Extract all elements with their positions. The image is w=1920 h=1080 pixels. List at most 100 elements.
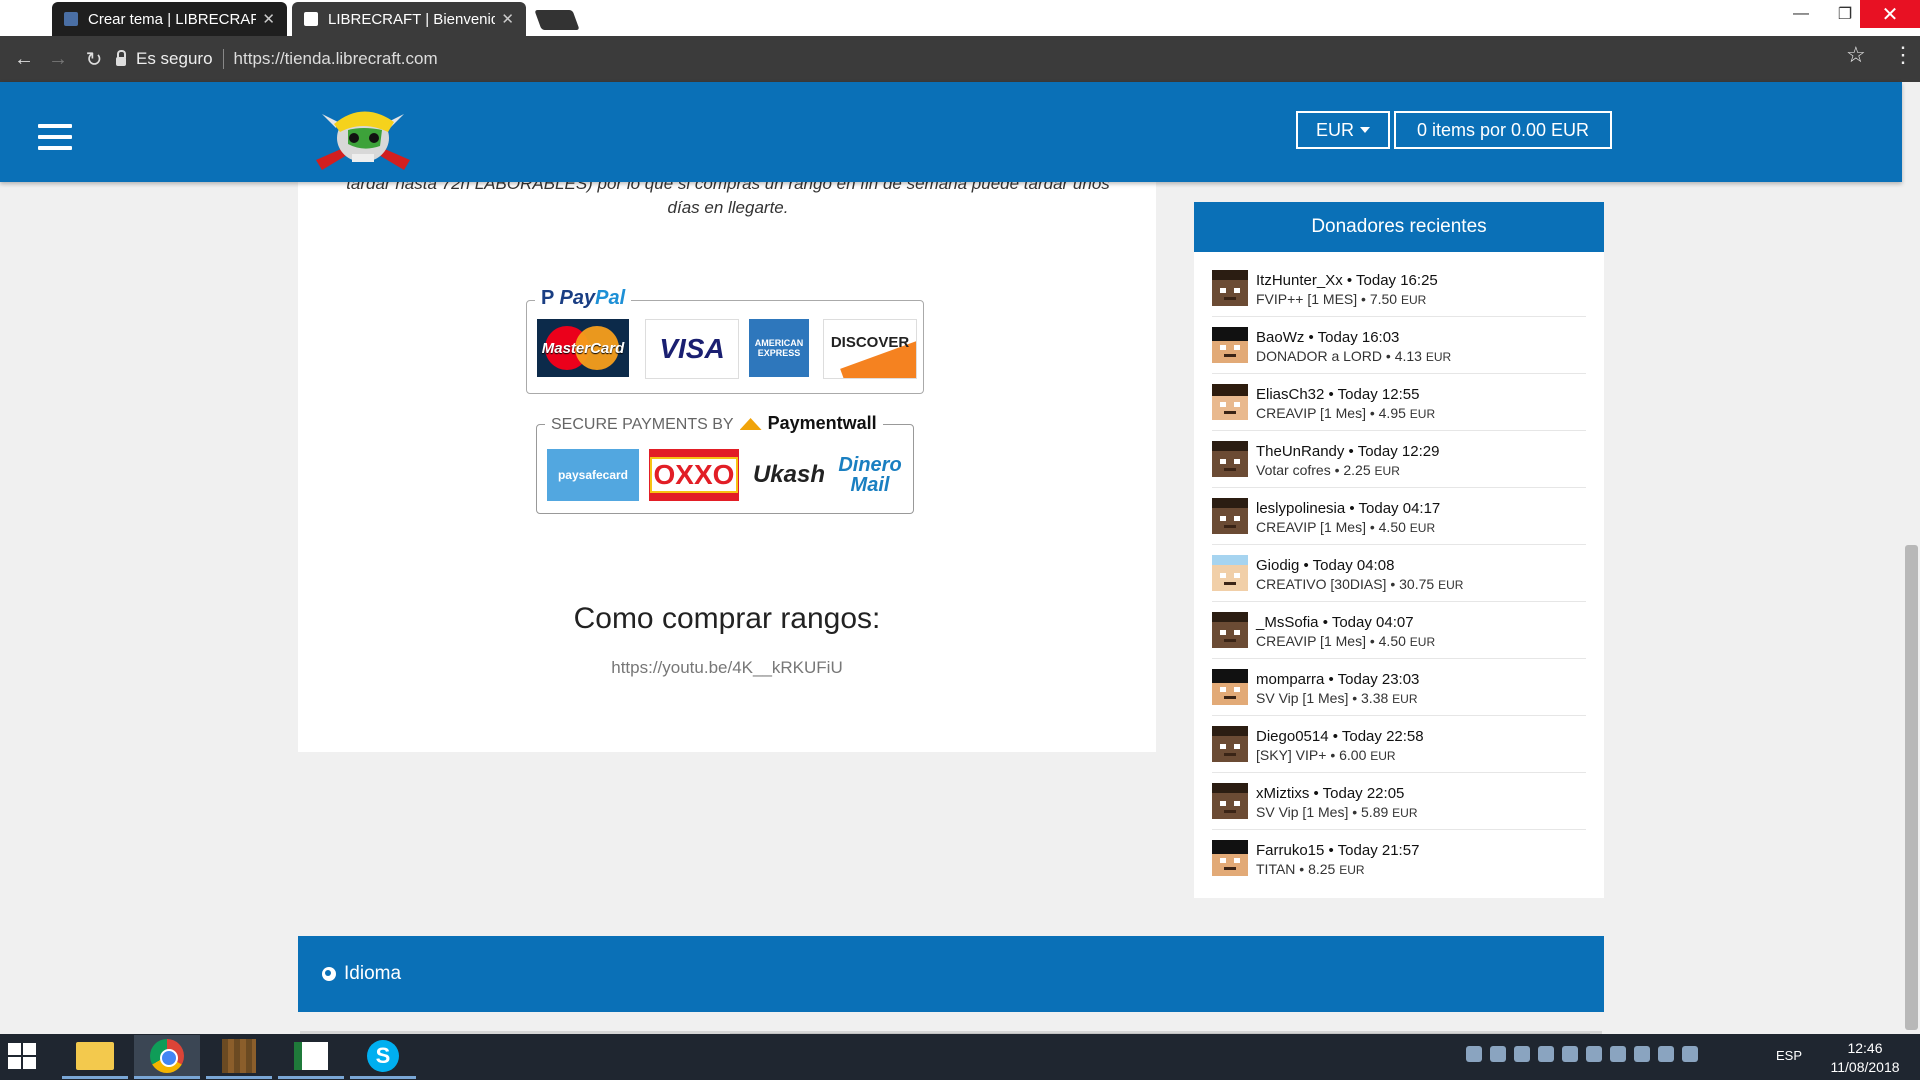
oxxo-text: OXXO	[649, 457, 739, 493]
page-body: tardar hasta 72h LABORABLES) por lo que …	[0, 174, 1902, 1031]
system-tray	[1466, 1046, 1698, 1062]
donor-name: xMiztixs • Today 22:05	[1256, 785, 1405, 802]
currency-selector[interactable]: EUR	[1296, 111, 1390, 149]
donor-avatar	[1212, 669, 1248, 705]
reload-icon[interactable]: ↻	[78, 36, 110, 82]
donor-purchase: FVIP++ [1 MES] • 7.50 EUR	[1256, 291, 1426, 307]
browser-menu-icon[interactable]: ⋮	[1892, 42, 1914, 68]
donor-currency: EUR	[1392, 806, 1418, 820]
how-to-buy-title: Como comprar rangos:	[573, 602, 881, 635]
globe-icon	[322, 967, 336, 981]
mastercard-logo: MasterCard	[537, 319, 629, 377]
paymentwall-prefix: SECURE PAYMENTS BY	[551, 416, 734, 433]
lock-icon	[116, 49, 126, 66]
clock[interactable]: 12:46 11/08/2018	[1812, 1039, 1918, 1077]
tray-display-icon[interactable]	[1610, 1046, 1626, 1062]
tab-bienvenido[interactable]: LIBRECRAFT | Bienvenido ✕	[292, 2, 526, 36]
paypal-methods-banner: P PayPal MasterCard VISA AMERICAN EXPRES…	[526, 287, 924, 394]
caret-down-icon	[1360, 127, 1370, 133]
bookmark-star-icon[interactable]: ☆	[1846, 42, 1866, 68]
paymentwall-icon	[739, 418, 762, 430]
forward-arrow-icon[interactable]: →	[42, 36, 74, 82]
tray-app-icon[interactable]	[1466, 1046, 1482, 1062]
donor-purchase-text: SV Vip [1 Mes] • 5.89	[1256, 804, 1389, 820]
presentation-app[interactable]	[278, 1035, 344, 1079]
donor-purchase-text: CREAVIP [1 Mes] • 4.50	[1256, 519, 1406, 535]
chrome-app[interactable]	[134, 1035, 200, 1079]
minecraft-app[interactable]	[206, 1035, 272, 1079]
windows-start-icon[interactable]	[8, 1043, 38, 1071]
donor-purchase-text: FVIP++ [1 MES] • 7.50	[1256, 291, 1398, 307]
donor-avatar	[1212, 612, 1248, 648]
donor-row: Farruko15 • Today 21:57 TITAN • 8.25 EUR	[1212, 830, 1586, 887]
tray-app-icon[interactable]	[1634, 1046, 1650, 1062]
tray-nvidia-icon[interactable]	[1538, 1046, 1554, 1062]
donor-currency: EUR	[1400, 293, 1427, 307]
librecraft-pirate-logo-icon[interactable]	[308, 100, 418, 176]
tray-skype-icon[interactable]	[1514, 1046, 1530, 1062]
how-to-buy-video-link[interactable]: https://youtu.be/4K__kRKUFiU	[298, 658, 1156, 678]
close-tab-icon[interactable]: ✕	[262, 10, 275, 28]
donor-purchase-text: [SKY] VIP+ • 6.00	[1256, 747, 1367, 763]
chrome-icon	[150, 1038, 184, 1073]
volume-icon[interactable]	[1586, 1046, 1602, 1062]
donor-row: Giodig • Today 04:08 CREATIVO [30DIAS] • …	[1212, 545, 1586, 602]
tab-title: Crear tema | LIBRECRAFT	[88, 10, 257, 28]
donor-avatar	[1212, 840, 1248, 876]
address-bar[interactable]: Es seguro https://tienda.librecraft.com	[116, 41, 1786, 77]
donor-purchase: SV Vip [1 Mes] • 3.38 EUR	[1256, 690, 1418, 706]
donor-purchase-text: TITAN • 8.25	[1256, 861, 1336, 877]
donor-currency: EUR	[1425, 350, 1452, 364]
donor-name: ItzHunter_Xx • Today 16:25	[1256, 272, 1438, 289]
back-arrow-icon[interactable]: ←	[8, 36, 40, 82]
dinero-text: Dinero	[838, 454, 902, 476]
paypal-word-1: Pay	[559, 287, 596, 309]
donor-currency: EUR	[1409, 521, 1436, 535]
tab-crear-tema[interactable]: Crear tema | LIBRECRAFT ✕	[52, 2, 287, 36]
minimize-window-button[interactable]: —	[1778, 0, 1824, 28]
language-label[interactable]: Idioma	[344, 963, 401, 985]
donor-purchase-text: CREATIVO [30DIAS] • 30.75	[1256, 576, 1435, 592]
flag-icon[interactable]	[1682, 1046, 1698, 1062]
clock-time: 12:46	[1847, 1040, 1883, 1056]
new-tab-button[interactable]	[534, 10, 580, 30]
vertical-scrollbar-thumb[interactable]	[1905, 545, 1918, 1030]
tray-app-icon[interactable]	[1490, 1046, 1506, 1062]
donor-avatar	[1212, 270, 1248, 306]
input-language[interactable]: ESP	[1776, 1048, 1802, 1063]
donor-name: EliasCh32 • Today 12:55	[1256, 386, 1420, 403]
visa-text: VISA	[659, 333, 725, 364]
tray-network-icon[interactable]	[1562, 1046, 1578, 1062]
donor-avatar	[1212, 384, 1248, 420]
donor-avatar	[1212, 327, 1248, 363]
donor-avatar	[1212, 555, 1248, 591]
file-explorer-app[interactable]	[62, 1035, 128, 1079]
visa-logo: VISA	[645, 319, 739, 379]
address-separator	[222, 49, 224, 69]
currency-label: EUR	[1315, 119, 1354, 140]
hamburger-menu-icon[interactable]	[38, 124, 72, 157]
donor-currency: EUR	[1392, 692, 1418, 706]
donor-name: Diego0514 • Today 22:58	[1256, 728, 1424, 745]
donor-purchase-text: CREAVIP [1 Mes] • 4.50	[1256, 633, 1406, 649]
close-tab-icon[interactable]: ✕	[501, 10, 514, 28]
donor-name: Farruko15 • Today 21:57	[1256, 842, 1420, 859]
donor-purchase: [SKY] VIP+ • 6.00 EUR	[1256, 747, 1396, 763]
mastercard-text: MasterCard	[541, 339, 625, 357]
donor-purchase-text: SV Vip [1 Mes] • 3.38	[1256, 690, 1389, 706]
url-text: https://tienda.librecraft.com	[233, 49, 438, 68]
donor-purchase-text: DONADOR a LORD • 4.13	[1256, 348, 1422, 364]
donor-row: leslypolinesia • Today 04:17 CREAVIP [1 M…	[1212, 488, 1586, 545]
donor-currency: EUR	[1438, 578, 1464, 592]
donor-purchase-text: CREAVIP [1 Mes] • 4.95	[1256, 405, 1406, 421]
paymentwall-title: SECURE PAYMENTS BY Paymentwall	[545, 413, 883, 434]
cart-button[interactable]: 0 items por 0.00 EUR	[1394, 111, 1612, 149]
donor-purchase: CREAVIP [1 Mes] • 4.50 EUR	[1256, 519, 1435, 535]
oxxo-logo: OXXO	[649, 449, 739, 501]
close-window-button[interactable]: ✕	[1860, 0, 1920, 28]
donor-row: BaoWz • Today 16:03 DONADOR a LORD • 4.13…	[1212, 317, 1586, 374]
document-favicon-icon	[304, 12, 318, 26]
minecraft-icon	[222, 1038, 256, 1073]
tray-app-icon[interactable]	[1658, 1046, 1674, 1062]
skype-app[interactable]: S	[350, 1035, 416, 1079]
